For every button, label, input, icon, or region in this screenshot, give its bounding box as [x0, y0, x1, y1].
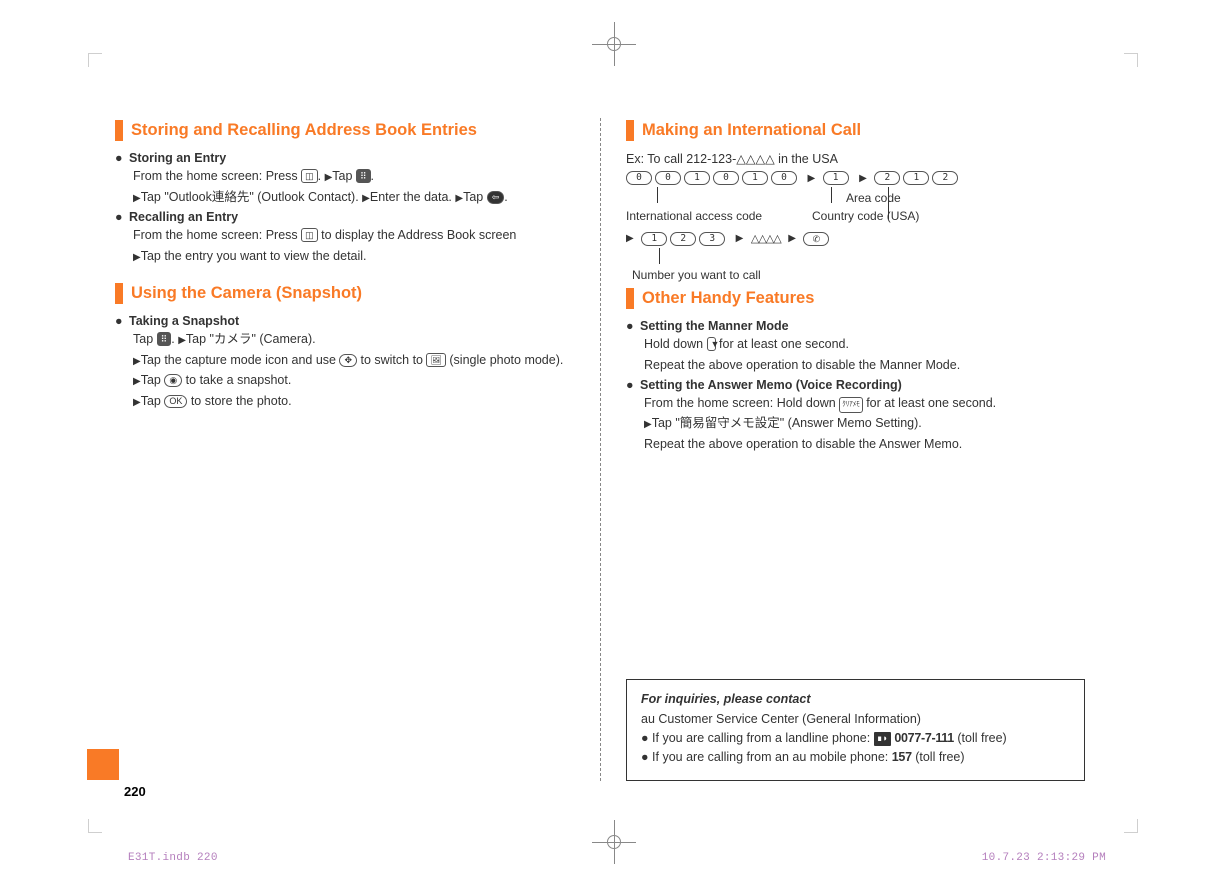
manner-key-icon: ▼	[707, 337, 716, 351]
body-manner: Hold down ▼ for at least one second. Rep…	[644, 335, 1085, 375]
footer-left: E31T.indb 220	[128, 852, 218, 864]
clear-memo-key-icon: ｸﾘｱﾒﾓ	[839, 397, 863, 413]
page: Storing and Recalling Address Book Entri…	[0, 0, 1228, 781]
subhead-storing: ●Storing an Entry	[115, 151, 575, 165]
key-0: 0	[626, 171, 652, 185]
shutter-icon: ◉	[164, 374, 182, 387]
heading-intl-call: Making an International Call	[626, 120, 1085, 141]
contact-title: For inquiries, please contact	[641, 690, 1070, 709]
body-storing: From the home screen: Press ◫. Tap ⠿. Ta…	[133, 167, 575, 207]
contact-mobile: ● If you are calling from an au mobile p…	[641, 748, 1070, 767]
save-icon: ⇦	[487, 191, 505, 204]
body-answer-memo: From the home screen: Hold down ｸﾘｱﾒﾓ fo…	[644, 394, 1085, 454]
body-snapshot: Tap ⠿. Tap "カメラ" (Camera). Tap the captu…	[133, 330, 575, 411]
side-tab	[87, 749, 119, 780]
footer-right: 10.7.23 2:13:29 PM	[982, 852, 1106, 864]
contact-box: For inquiries, please contact au Custome…	[626, 679, 1085, 781]
dial-labels-2: Number you want to call	[626, 248, 1085, 286]
ok-icon: OK	[164, 395, 187, 408]
contacts-app-icon: ⠿	[356, 169, 371, 183]
subhead-recalling: ●Recalling an Entry	[115, 210, 575, 224]
photo-mode-icon: 🖼	[426, 353, 445, 367]
subhead-answer-memo: ●Setting the Answer Memo (Voice Recordin…	[626, 378, 1085, 392]
example-text: Ex: To call 212-123-△△△△ in the USA	[626, 151, 1085, 166]
body-recalling: From the home screen: Press ◫ to display…	[133, 226, 575, 266]
heading-other-features: Other Handy Features	[626, 288, 1085, 309]
dpad-icon: ✥	[339, 354, 357, 367]
number-placeholder-icon: △△△△	[751, 232, 781, 245]
subhead-snapshot: ●Taking a Snapshot	[115, 314, 575, 328]
contact-landline: ● If you are calling from a landline pho…	[641, 729, 1070, 748]
dial-row-1: 001010 ▶ 1 ▶ 212	[626, 170, 1085, 185]
apps-icon: ⠿	[157, 332, 172, 346]
heading-camera: Using the Camera (Snapshot)	[115, 283, 575, 304]
page-number: 220	[124, 784, 146, 799]
contact-sub: au Customer Service Center (General Info…	[641, 710, 1070, 729]
dial-labels-1: Area code International access code Coun…	[626, 187, 1085, 229]
address-book-key-icon: ◫	[301, 228, 318, 242]
free-dial-icon: ∎◗	[874, 732, 891, 746]
right-column: Making an International Call Ex: To call…	[600, 118, 1085, 781]
dial-row-2: ▶ 123 ▶ △△△△ ▶ ✆	[626, 231, 1085, 246]
address-book-key-icon: ◫	[301, 169, 318, 183]
heading-storing-recalling: Storing and Recalling Address Book Entri…	[115, 120, 575, 141]
call-key-icon: ✆	[803, 232, 829, 246]
left-column: Storing and Recalling Address Book Entri…	[115, 118, 600, 781]
subhead-manner: ●Setting the Manner Mode	[626, 319, 1085, 333]
